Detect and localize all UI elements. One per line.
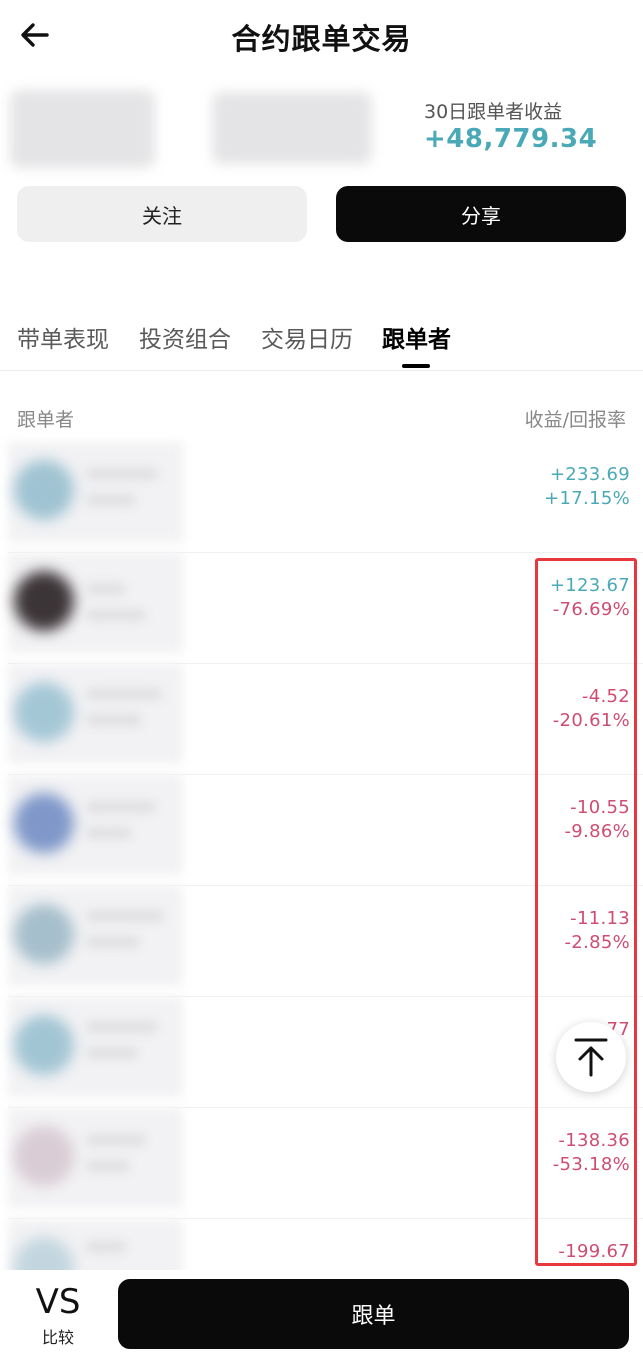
scroll-to-top-button[interactable] — [556, 1022, 626, 1092]
arrow-up-to-top-icon — [574, 1038, 608, 1077]
active-tab-indicator — [402, 364, 430, 368]
profit-label: 30日跟单者收益 — [424, 101, 563, 123]
follower-name — [86, 688, 162, 700]
vs-icon: VS — [35, 1282, 81, 1322]
follower-name — [86, 801, 156, 813]
trader-avatar — [10, 90, 155, 168]
follower-name — [86, 910, 164, 922]
profit-value: +48,779.34 — [424, 124, 598, 154]
column-header-follower: 跟单者 — [17, 409, 75, 431]
page-title: 合约跟单交易 — [231, 22, 412, 56]
share-button[interactable]: 分享 — [336, 186, 626, 242]
follower-name — [86, 583, 126, 595]
avatar — [14, 460, 74, 520]
avatar — [14, 793, 74, 853]
return-rate: +17.15% — [544, 488, 630, 509]
copy-trade-button[interactable]: 跟单 — [118, 1279, 629, 1349]
follower-name — [86, 1021, 158, 1033]
compare-button[interactable]: VS 比较 — [28, 1282, 88, 1352]
tab-followers[interactable]: 跟单者 — [382, 320, 451, 354]
divider — [0, 370, 643, 371]
highlight-box — [535, 558, 637, 1266]
column-header-returns: 收益/回报率 — [524, 409, 626, 431]
compare-label: 比较 — [41, 1328, 74, 1347]
avatar — [14, 904, 74, 964]
follower-row[interactable]: +233.69 +17.15% — [0, 442, 643, 553]
avatar — [14, 571, 74, 631]
profit-amount: +233.69 — [549, 464, 630, 485]
tab-portfolio[interactable]: 投资组合 — [139, 320, 231, 354]
avatar — [14, 1015, 74, 1075]
follower-name — [86, 1134, 146, 1146]
trader-name — [212, 92, 372, 164]
follower-name — [86, 468, 158, 480]
follow-button[interactable]: 关注 — [17, 186, 307, 242]
follower-name — [86, 1241, 126, 1253]
avatar — [14, 1126, 74, 1186]
avatar — [14, 682, 74, 742]
tab-trading-calendar[interactable]: 交易日历 — [261, 320, 353, 354]
tab-performance[interactable]: 带单表现 — [17, 320, 109, 354]
